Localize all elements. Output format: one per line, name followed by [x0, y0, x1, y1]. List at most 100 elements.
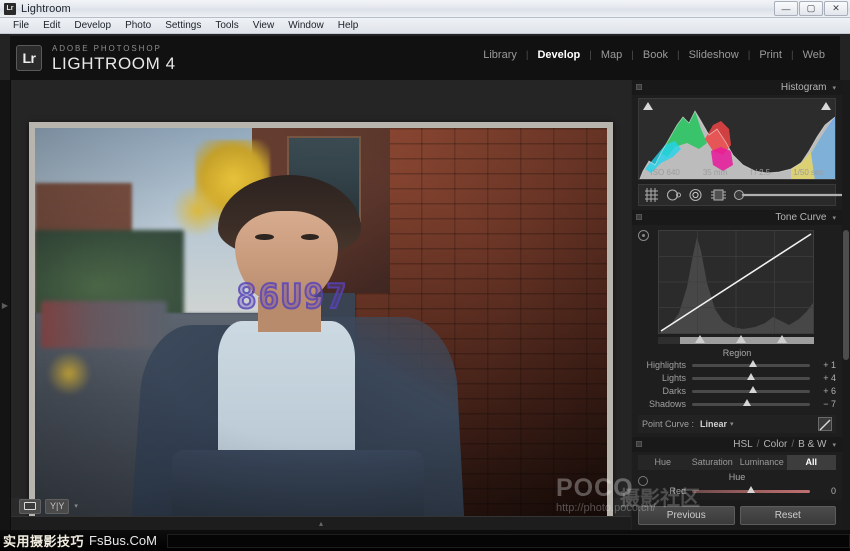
crop-overlay-icon[interactable] — [644, 188, 659, 202]
slider-handle[interactable] — [749, 360, 757, 367]
split-handle-midtones[interactable] — [736, 335, 746, 343]
chevron-down-icon[interactable]: ▾ — [832, 214, 836, 222]
slider-darks[interactable]: Darks + 6 — [638, 385, 836, 397]
split-handle-shadows[interactable] — [695, 335, 705, 343]
loupe-view-icon — [24, 502, 36, 510]
photo-frame: 86U97 — [29, 122, 613, 527]
slider-track[interactable] — [692, 377, 810, 380]
identity-plate: Lr ADOBE PHOTOSHOP LIGHTROOM 4 Library |… — [10, 36, 840, 80]
hsl-title-sep: / — [757, 439, 760, 450]
minimize-button[interactable]: — — [774, 1, 798, 16]
menu-settings[interactable]: Settings — [158, 18, 208, 33]
close-button[interactable]: ✕ — [824, 1, 848, 16]
hsl-tab-hue[interactable]: Hue — [638, 455, 688, 470]
point-curve-row[interactable]: Point Curve : Linear ▾ — [638, 415, 836, 433]
slider-label: Lights — [638, 373, 692, 383]
taskbar: 实用摄影技巧 FsBus.CoM — [0, 530, 850, 551]
photo-preview[interactable]: 86U97 — [35, 128, 607, 521]
panel-toggle-icon[interactable] — [636, 441, 642, 447]
module-picker: Library | Develop | Map | Book | Slidesh… — [474, 49, 834, 61]
hsl-panel-header[interactable]: HSL / Color / B & W ▾ — [632, 437, 842, 452]
slider-highlights[interactable]: Highlights + 1 — [638, 359, 836, 371]
split-handle-highlights[interactable] — [777, 335, 787, 343]
expand-filmstrip-icon[interactable]: ▴ — [319, 519, 323, 528]
slider-track[interactable] — [692, 390, 810, 393]
histogram-graph[interactable]: ISO 640 35 mm f / 2.5 1/50 sec — [638, 98, 836, 180]
tone-curve-split-bar[interactable] — [658, 337, 814, 344]
chevron-down-icon[interactable]: ▾ — [730, 420, 734, 428]
menu-develop[interactable]: Develop — [67, 18, 118, 33]
slider-label: Red — [638, 486, 692, 496]
reset-button[interactable]: Reset — [740, 506, 837, 525]
adjustment-brush-icon[interactable] — [734, 189, 842, 201]
module-print[interactable]: Print — [750, 49, 791, 61]
hsl-tab-luminance[interactable]: Luminance — [737, 455, 787, 470]
slider-handle[interactable] — [743, 399, 751, 406]
region-label: Region — [632, 348, 842, 358]
point-curve-value[interactable]: Linear — [700, 419, 727, 429]
module-library[interactable]: Library — [474, 49, 526, 61]
slider-track[interactable] — [692, 490, 810, 493]
slider-label: Darks — [638, 386, 692, 396]
product-title: LIGHTROOM 4 — [52, 55, 176, 72]
highlight-clipping-indicator[interactable] — [821, 102, 831, 110]
menu-window[interactable]: Window — [281, 18, 331, 33]
panel-toggle-icon[interactable] — [636, 214, 642, 220]
spot-removal-icon[interactable] — [666, 188, 681, 202]
image-stage: 86U97 Y|Y ▾ ▴ — [10, 80, 630, 530]
hsl-tab-all[interactable]: All — [787, 455, 837, 470]
previous-button[interactable]: Previous — [638, 506, 735, 525]
menu-bar: File Edit Develop Photo Settings Tools V… — [0, 18, 850, 34]
tone-curve-title: Tone Curve — [775, 212, 826, 223]
loupe-view-button[interactable] — [19, 499, 41, 514]
menu-help[interactable]: Help — [331, 18, 366, 33]
menu-edit[interactable]: Edit — [36, 18, 67, 33]
before-after-button[interactable]: Y|Y — [45, 499, 69, 514]
menu-view[interactable]: View — [246, 18, 282, 33]
module-slideshow[interactable]: Slideshow — [680, 49, 748, 61]
right-panel-scrollbar[interactable] — [842, 80, 850, 530]
hsl-title-bw[interactable]: B & W — [798, 439, 826, 450]
panel-toggle-icon[interactable] — [636, 84, 642, 90]
graduated-filter-icon[interactable] — [710, 188, 727, 202]
histogram-panel-header[interactable]: Histogram ▾ — [632, 80, 842, 95]
target-adjust-icon[interactable] — [638, 476, 648, 486]
menu-tools[interactable]: Tools — [208, 18, 245, 33]
slider-lights[interactable]: Lights + 4 — [638, 372, 836, 384]
menu-file[interactable]: File — [6, 18, 36, 33]
left-panel-collapsed[interactable]: ▶ — [0, 80, 10, 530]
curve-edit-icon[interactable] — [818, 417, 832, 431]
module-book[interactable]: Book — [634, 49, 677, 61]
slider-track[interactable] — [692, 364, 810, 367]
module-web[interactable]: Web — [794, 49, 834, 61]
slider-handle[interactable] — [749, 386, 757, 393]
hsl-title-hsl[interactable]: HSL — [733, 439, 752, 450]
hsl-tab-saturation[interactable]: Saturation — [688, 455, 738, 470]
expand-left-panel-icon[interactable]: ▶ — [2, 301, 8, 310]
panel-footer: Previous Reset — [632, 500, 842, 530]
slider-shadows[interactable]: Shadows − 7 — [638, 398, 836, 410]
red-eye-icon[interactable] — [688, 188, 703, 202]
app-body: Lr ADOBE PHOTOSHOP LIGHTROOM 4 Library |… — [0, 34, 850, 530]
slider-track[interactable] — [692, 403, 810, 406]
shadow-clipping-indicator[interactable] — [643, 102, 653, 110]
tone-curve-graph[interactable] — [658, 230, 814, 334]
maximize-button[interactable]: ▢ — [799, 1, 823, 16]
module-map[interactable]: Map — [592, 49, 631, 61]
photo-vignette — [35, 128, 607, 521]
chevron-down-icon[interactable]: ▾ — [74, 502, 78, 510]
menu-photo[interactable]: Photo — [118, 18, 158, 33]
module-develop[interactable]: Develop — [528, 49, 589, 61]
exif-row: ISO 640 35 mm f / 2.5 1/50 sec — [639, 168, 835, 177]
chevron-down-icon[interactable]: ▾ — [832, 441, 836, 449]
slider-handle[interactable] — [747, 373, 755, 380]
slider-handle[interactable] — [747, 486, 755, 493]
scrollbar-thumb[interactable] — [843, 230, 849, 360]
target-adjust-icon[interactable] — [638, 230, 649, 241]
chevron-down-icon[interactable]: ▾ — [832, 84, 836, 92]
filmstrip-collapsed[interactable]: ▴ — [11, 516, 631, 530]
slider-hue-red[interactable]: Red 0 — [638, 485, 836, 497]
tone-curve-panel-header[interactable]: Tone Curve ▾ — [632, 210, 842, 225]
hsl-title-color[interactable]: Color — [763, 439, 787, 450]
slider-value: + 1 — [810, 360, 836, 370]
